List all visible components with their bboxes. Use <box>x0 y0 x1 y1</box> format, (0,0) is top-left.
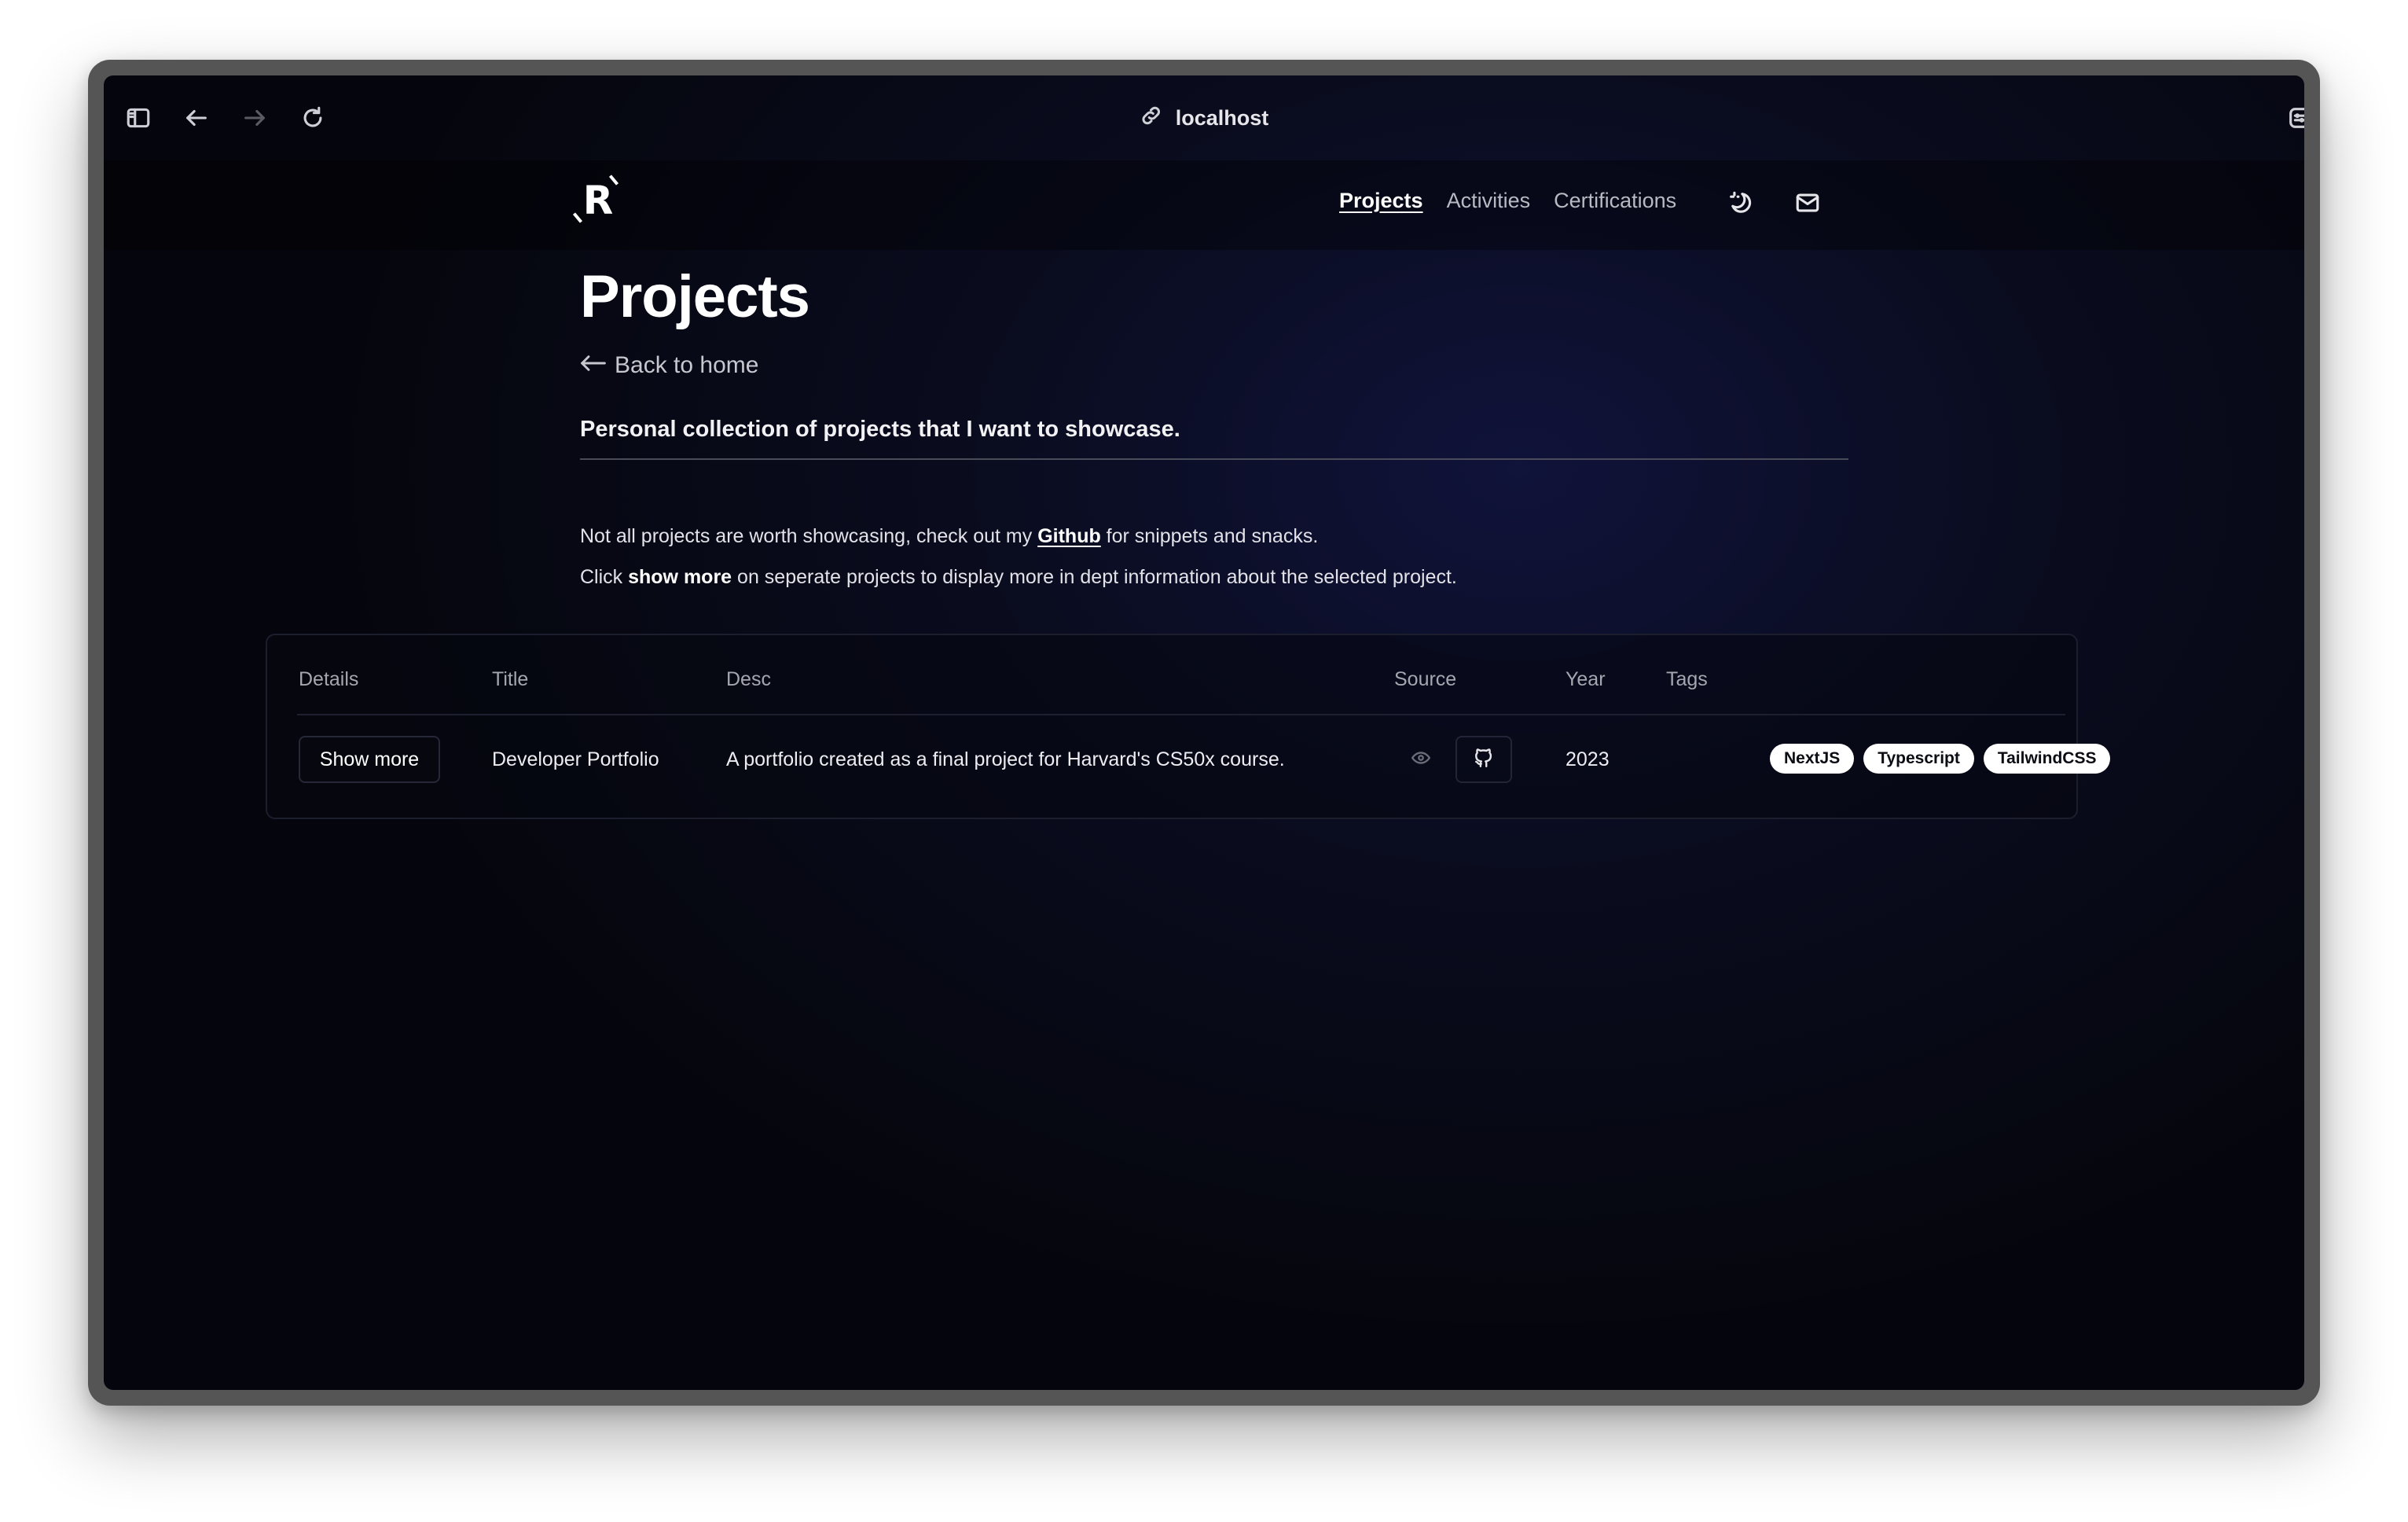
project-tags: NextJS Typescript TailwindCSS <box>1770 744 2111 774</box>
site-header: R Projects Activities Certifications <box>104 160 2304 250</box>
address-bar[interactable]: localhost <box>1140 99 1269 137</box>
tag-badge: TailwindCSS <box>1983 744 2111 774</box>
eye-icon <box>1411 748 1431 772</box>
header-divider <box>297 714 2065 715</box>
browser-viewport: localhost R Projects Activities Certific… <box>104 75 2304 1390</box>
nav-link-projects[interactable]: Projects <box>1339 189 1423 213</box>
site-logo[interactable]: R <box>571 175 625 225</box>
tag-badge: NextJS <box>1770 744 1855 774</box>
column-header-year: Year <box>1566 668 1606 690</box>
reload-icon[interactable] <box>297 102 329 134</box>
link-icon <box>1140 104 1163 133</box>
show-more-button[interactable]: Show more <box>299 736 440 783</box>
column-header-details: Details <box>299 668 359 690</box>
arrow-left-icon[interactable] <box>181 102 212 134</box>
view-demo-button[interactable] <box>1393 736 1449 783</box>
extension-icon[interactable] <box>2284 102 2304 134</box>
column-header-tags: Tags <box>1666 668 1708 690</box>
page-lead: Personal collection of projects that I w… <box>580 417 1848 460</box>
github-icon <box>1474 748 1494 772</box>
tag-badge: Typescript <box>1863 744 1974 774</box>
arrow-left-icon <box>580 352 607 379</box>
back-link-label: Back to home <box>615 352 759 378</box>
browser-window: localhost R Projects Activities Certific… <box>88 60 2320 1406</box>
intro-text: Click <box>580 566 629 588</box>
main-nav: Projects Activities Certifications <box>1339 189 1676 213</box>
intro-paragraph-1: Not all projects are worth showcasing, c… <box>580 525 1318 548</box>
github-source-button[interactable] <box>1455 736 1512 783</box>
github-link[interactable]: Github <box>1037 525 1101 547</box>
show-more-emphasis: show more <box>628 566 732 588</box>
browser-toolbar: localhost <box>104 75 2304 160</box>
mail-icon[interactable] <box>1792 187 1823 219</box>
url-text: localhost <box>1175 105 1269 130</box>
page-title: Projects <box>580 263 810 330</box>
intro-paragraph-2: Click show more on seperate projects to … <box>580 566 1457 589</box>
column-header-source: Source <box>1394 668 1457 690</box>
intro-text-end: for snippets and snacks. <box>1100 525 1319 547</box>
nav-link-activities[interactable]: Activities <box>1447 189 1531 213</box>
sidebar-icon[interactable] <box>123 102 154 134</box>
project-year: 2023 <box>1566 748 1610 770</box>
column-header-title: Title <box>492 668 529 690</box>
theme-toggle-icon[interactable] <box>1724 187 1756 219</box>
projects-table: Details Title Desc Source Year Tags Show… <box>266 634 2111 819</box>
arrow-right-icon[interactable] <box>239 102 270 134</box>
project-desc: A portfolio created as a final project f… <box>726 748 1285 770</box>
intro-text: Not all projects are worth showcasing, c… <box>580 525 1038 547</box>
intro-text-end: on seperate projects to display more in … <box>732 566 1457 588</box>
back-to-home-link[interactable]: Back to home <box>580 352 758 379</box>
column-header-desc: Desc <box>726 668 771 690</box>
nav-link-certifications[interactable]: Certifications <box>1554 189 1676 213</box>
project-title: Developer Portfolio <box>492 748 659 770</box>
